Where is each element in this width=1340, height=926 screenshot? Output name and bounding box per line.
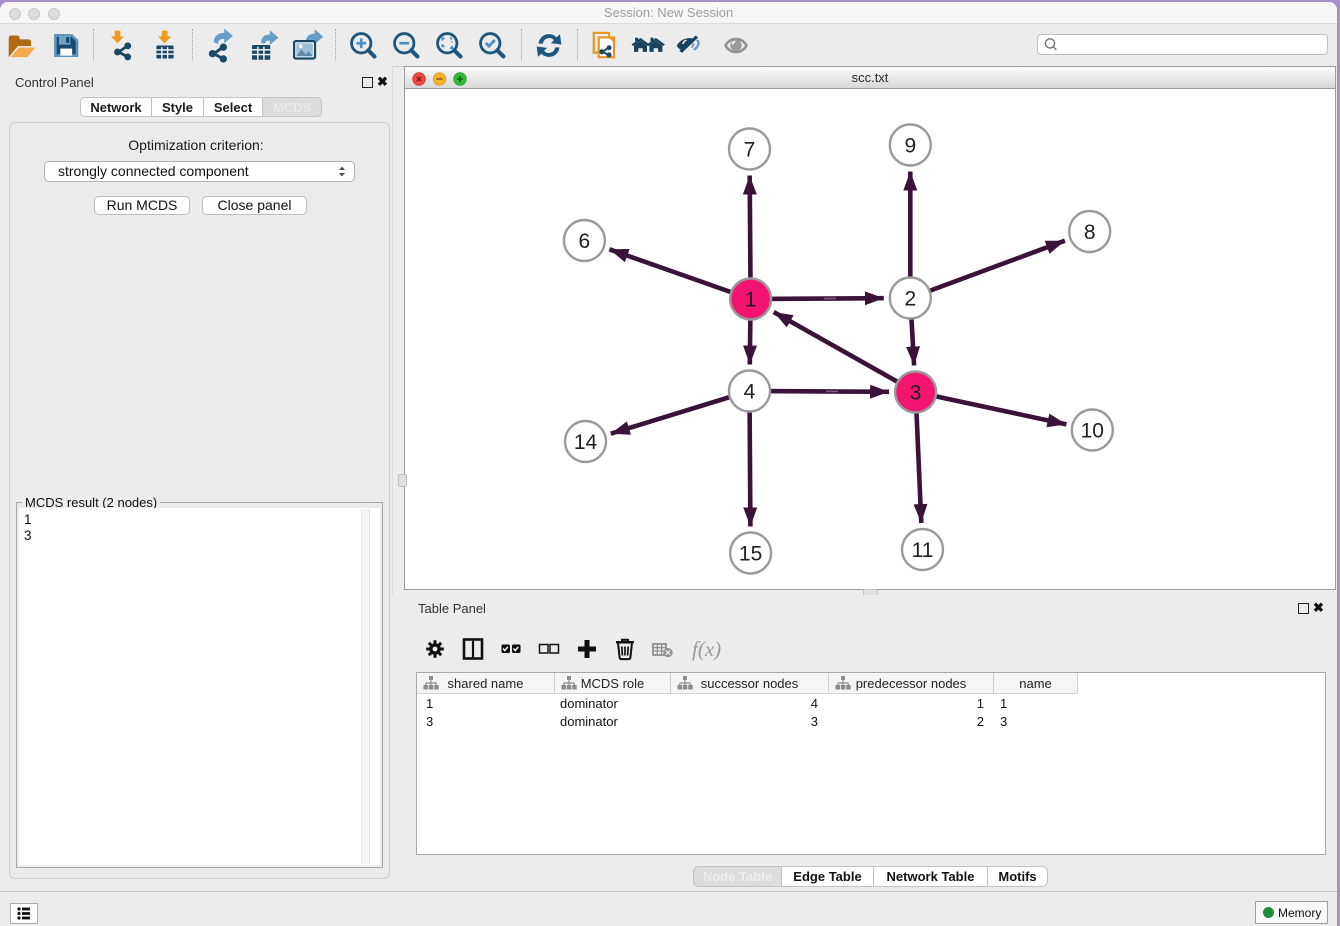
svg-text:3: 3 [910,382,922,405]
svg-text:f(x): f(x) [692,637,721,661]
svg-text:8: 8 [1084,221,1096,244]
svg-text:9: 9 [904,135,916,158]
svg-text:4: 4 [744,381,756,404]
svg-text:6: 6 [579,230,591,253]
svg-text:14: 14 [574,431,598,454]
svg-text:10: 10 [1081,420,1104,443]
svg-text:2: 2 [904,288,916,311]
svg-text:11: 11 [912,539,934,562]
svg-text:15: 15 [739,543,762,566]
svg-text:7: 7 [744,139,756,162]
svg-text:1: 1 [745,289,757,312]
